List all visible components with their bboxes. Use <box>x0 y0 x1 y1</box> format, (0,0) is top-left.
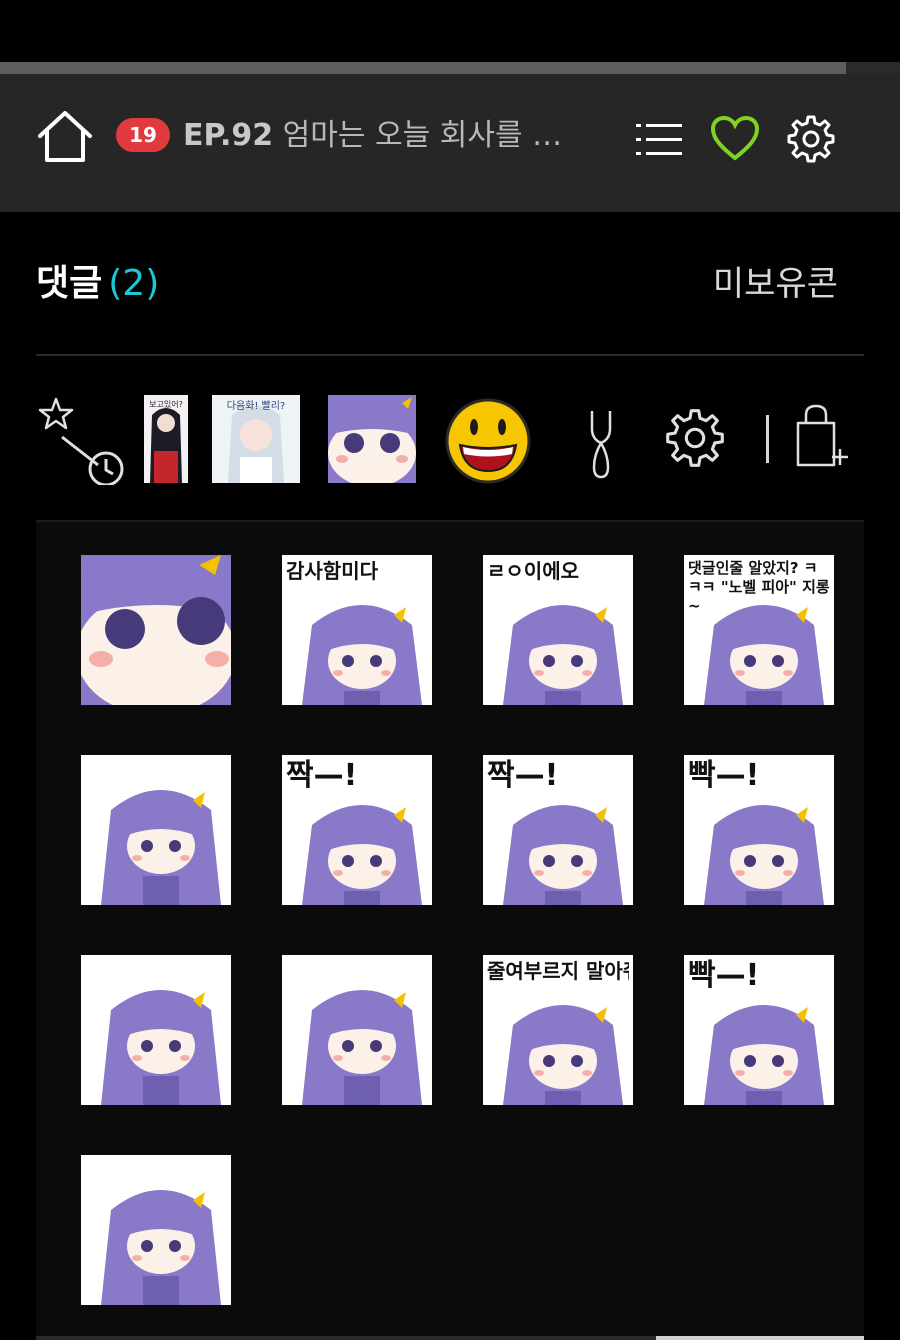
sticker-art <box>81 755 231 905</box>
sticker-item[interactable] <box>81 555 231 705</box>
thumb-1-text: 보고있어? <box>149 399 183 409</box>
sticker-thumb-girl-white: 다음화! 빨리? <box>212 395 300 483</box>
sticker-pack-tab-2[interactable]: 다음화! 빨리? <box>212 395 300 483</box>
home-icon <box>38 111 92 162</box>
home-button[interactable] <box>34 108 96 166</box>
recent-favorites-tab[interactable] <box>36 395 126 487</box>
reading-progress-fill <box>0 62 846 74</box>
sticker-settings-tab[interactable] <box>664 407 726 469</box>
sticker-art <box>81 1155 231 1305</box>
like-button[interactable] <box>710 114 760 164</box>
sticker-item[interactable] <box>282 955 432 1105</box>
sticker-caption: 감사함미다 <box>286 559 378 583</box>
thumb-2-text: 다음화! 빨리? <box>227 400 286 412</box>
viewer-settings-button[interactable] <box>786 114 836 164</box>
sticker-caption: ㄹㅇ이에오 <box>487 559 579 583</box>
sticker-shop-button[interactable] <box>794 403 852 469</box>
gear-icon <box>666 409 724 467</box>
sticker-caption: 짝—! <box>487 759 559 793</box>
sticker-item[interactable] <box>81 955 231 1105</box>
list-icon <box>636 124 682 155</box>
age-rating-badge: 19 <box>116 118 170 152</box>
sticker-item[interactable]: 줄여부르지 말아줘... <box>483 955 633 1105</box>
sticker-grid: 감사함미다 ㄹㅇ이에오 댓글인줄 알았지? ㅋㅋㅋ "노벨 피아" 지롱~ 짝—! 짝—… <box>36 522 864 1340</box>
bottom-scroll-track <box>36 1336 656 1340</box>
episode-list-button[interactable] <box>634 114 684 164</box>
reading-progress-bar <box>0 62 900 74</box>
sticker-item[interactable] <box>81 755 231 905</box>
sticker-item[interactable] <box>81 1155 231 1305</box>
sticker-pack-tab-1[interactable]: 보고있어? <box>144 395 188 483</box>
recent-favorites-icon <box>38 397 124 487</box>
comments-label: 댓글 <box>36 263 103 304</box>
sticker-art <box>81 555 231 705</box>
emoji-tab[interactable] <box>444 397 532 485</box>
sticker-caption: 댓글인줄 알았지? ㅋㅋㅋ "노벨 피아" 지롱~ <box>688 559 830 615</box>
sticker-caption: 짝—! <box>286 759 358 793</box>
sticker-caption: 빡—! <box>688 759 760 793</box>
sticker-art <box>282 955 432 1105</box>
episode-title[interactable]: EP.92 엄마는 오늘 회사를 … <box>183 114 613 158</box>
sticker-item[interactable]: 짝—! <box>282 755 432 905</box>
sticker-pack-tab-3[interactable] <box>328 395 416 483</box>
sticker-item[interactable]: ㄹㅇ이에오 <box>483 555 633 705</box>
tab-separator <box>766 415 769 463</box>
sticker-item[interactable]: 빡—! <box>684 755 834 905</box>
fork-tab[interactable] <box>584 409 618 481</box>
viewer-header: 19 EP.92 엄마는 오늘 회사를 … <box>0 74 900 212</box>
heart-icon <box>710 115 760 161</box>
divider <box>36 354 864 356</box>
fork-icon <box>590 411 612 479</box>
sticker-caption: 빡—! <box>688 959 760 993</box>
sticker-item[interactable]: 빡—! <box>684 955 834 1105</box>
sticker-caption: 줄여부르지 말아줘... <box>487 959 629 983</box>
comments-header: 댓글 (2) <box>36 262 159 306</box>
bottom-scroll-thumb[interactable] <box>656 1336 864 1340</box>
settings-icon <box>787 115 835 163</box>
sticker-thumb-girl-dark: 보고있어? <box>144 395 188 483</box>
shop-add-icon <box>796 404 848 467</box>
sticker-item[interactable]: 댓글인줄 알았지? ㅋㅋㅋ "노벨 피아" 지롱~ <box>684 555 834 705</box>
sticker-art <box>81 955 231 1105</box>
comment-section: 댓글 (2) 미보유콘 보고있어? 다음화! 빨리? 감사함미다 ㄹㅇ이에오 댓… <box>0 212 900 1340</box>
sticker-tab-bar: 보고있어? 다음화! 빨리? <box>36 387 864 497</box>
episode-name: 엄마는 오늘 회사를 … <box>282 118 563 153</box>
unowned-stickers-link[interactable]: 미보유콘 <box>713 262 838 306</box>
emoji-icon <box>445 398 531 484</box>
status-bar-area <box>0 0 900 62</box>
sticker-item[interactable]: 짝—! <box>483 755 633 905</box>
comments-count: (2) <box>108 263 160 304</box>
sticker-item[interactable]: 감사함미다 <box>282 555 432 705</box>
episode-number: EP.92 <box>183 118 274 153</box>
sticker-thumb-purple-face <box>328 395 416 483</box>
